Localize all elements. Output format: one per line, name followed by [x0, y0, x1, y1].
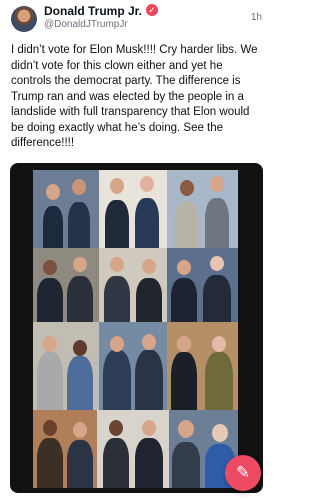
photo-collage: [33, 170, 238, 488]
collage-photo: [97, 410, 169, 488]
collage-photo: [99, 170, 167, 248]
collage-row: [33, 410, 238, 488]
verified-badge-icon: ✓: [146, 4, 158, 16]
post: Donald Trump Jr. ✓ @DonaldJTrumpJr 1h I …: [0, 0, 272, 500]
collage-photo: [33, 410, 97, 488]
post-image[interactable]: [10, 163, 263, 493]
collage-photo: [167, 170, 238, 248]
avatar[interactable]: [11, 6, 37, 32]
post-timestamp: 1h: [250, 12, 262, 23]
collage-photo: [99, 248, 167, 322]
compose-pencil-icon[interactable]: ✎: [225, 455, 261, 491]
post-text: I didn’t vote for Elon Musk!!!! Cry hard…: [11, 44, 258, 149]
collage-row: [33, 170, 238, 248]
collage-row: [33, 322, 238, 410]
collage-photo: [33, 248, 99, 322]
collage-photo: [167, 322, 238, 410]
collage-row: [33, 248, 238, 322]
collage-photo: [99, 322, 167, 410]
collage-photo: [167, 248, 238, 322]
author-name[interactable]: Donald Trump Jr.: [44, 4, 142, 18]
collage-photo: [33, 322, 99, 410]
collage-photo: [33, 170, 99, 248]
author-handle[interactable]: @DonaldJTrumpJr: [44, 19, 128, 31]
